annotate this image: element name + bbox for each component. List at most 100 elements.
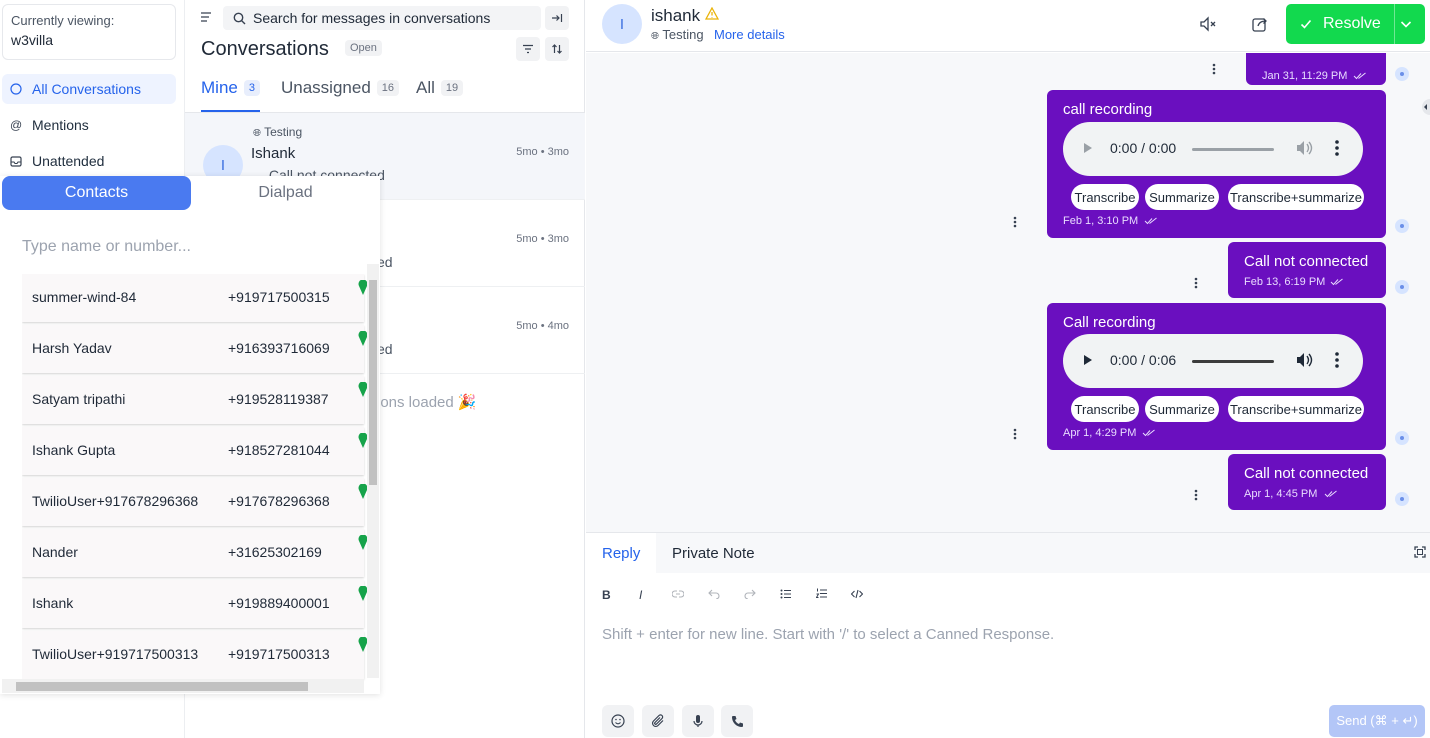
sort-button[interactable] [545, 37, 569, 61]
sidebar-item-unattended[interactable]: Unattended [2, 146, 176, 176]
dialer-popup: Contacts Dialpad Type name or number... … [0, 176, 380, 694]
filter-button[interactable] [516, 37, 540, 61]
scrollbar-thumb[interactable] [369, 280, 377, 485]
more-vertical-icon[interactable] [1335, 352, 1339, 368]
more-details-link[interactable]: More details [714, 27, 785, 42]
sidebar-item-all-conversations[interactable]: All Conversations [2, 74, 176, 104]
account-switcher[interactable]: Currently viewing: w3villa [2, 4, 176, 60]
resolve-button[interactable]: Resolve [1286, 4, 1425, 44]
at-icon: @ [10, 118, 23, 132]
tab-dialpad[interactable]: Dialpad [191, 176, 380, 210]
more-vertical-icon[interactable] [1335, 140, 1339, 156]
transcribe-button[interactable]: Transcribe [1071, 396, 1139, 422]
mute-icon[interactable] [1198, 14, 1218, 34]
play-icon[interactable] [1083, 142, 1093, 154]
reply-editor: Reply Private Note B I Shift + enter for… [586, 532, 1430, 738]
transcribe-summarize-button[interactable]: Transcribe+summarize [1228, 396, 1364, 422]
undo-icon[interactable] [708, 589, 720, 599]
message-list[interactable]: Jan 31, 11:29 PM call recording 0:00 / 0… [586, 53, 1430, 532]
status-badge[interactable]: Open [345, 40, 382, 56]
transcribe-button[interactable]: Transcribe [1071, 184, 1139, 210]
voice-button[interactable] [682, 705, 714, 737]
audio-progress[interactable] [1192, 360, 1274, 363]
inbox-icon [10, 155, 24, 167]
private-note-tab-area [656, 533, 1430, 573]
audio-player[interactable]: 0:00 / 0:00 [1063, 122, 1363, 176]
contact-name: summer-wind-84 [32, 289, 137, 305]
volume-icon[interactable] [1296, 140, 1314, 156]
message-time: Apr 1, 4:45 PM [1244, 488, 1318, 500]
emoji-icon [611, 714, 625, 728]
link-icon[interactable] [672, 590, 684, 598]
contact-name: Satyam tripathi [32, 391, 126, 407]
send-button[interactable]: Send (⌘ + ↵) [1329, 705, 1425, 737]
contact-row[interactable]: Satyam tripathi +919528119387 [22, 376, 367, 424]
vertical-scrollbar[interactable] [367, 264, 379, 678]
conversation-search-input[interactable]: Search for messages in conversations [223, 6, 541, 30]
tab-count: 19 [440, 80, 464, 96]
tab-unassigned[interactable]: Unassigned 16 [281, 78, 400, 112]
more-vertical-icon[interactable] [1194, 489, 1198, 501]
contact-row[interactable]: Ishank +919889400001 [22, 580, 367, 628]
message-input[interactable]: Shift + enter for new line. Start with '… [602, 626, 1054, 643]
more-vertical-icon[interactable] [1194, 277, 1198, 289]
contact-list[interactable]: summer-wind-84 +919717500315 Harsh Yadav… [22, 274, 367, 684]
more-vertical-icon[interactable] [1013, 428, 1017, 440]
contact-row[interactable]: Nander +31625302169 [22, 529, 367, 577]
panel-toggle-icon[interactable] [1422, 99, 1430, 115]
contact-row[interactable]: TwilioUser+919717500313 +919717500313 [22, 631, 367, 679]
double-check-icon [1330, 278, 1343, 286]
play-icon[interactable] [1083, 354, 1093, 366]
emoji-button[interactable] [602, 705, 634, 737]
tab-mine[interactable]: Mine 3 [201, 78, 260, 112]
numbered-list-icon[interactable] [816, 588, 828, 599]
conversation-time: 5mo • 3mo [516, 146, 569, 158]
message-time: Feb 1, 3:10 PM [1063, 215, 1139, 227]
bold-icon[interactable]: B [602, 588, 611, 602]
share-icon[interactable] [1250, 14, 1270, 34]
more-vertical-icon[interactable] [1013, 216, 1017, 228]
contact-row[interactable]: Harsh Yadav +916393716069 [22, 325, 367, 373]
message-text: Call not connected [1244, 253, 1369, 270]
audio-player[interactable]: 0:00 / 0:06 [1063, 334, 1363, 388]
tab-private-note[interactable]: Private Note [672, 545, 755, 562]
message-bubble: call recording 0:00 / 0:00 Transcribe Su… [1047, 90, 1386, 238]
volume-icon[interactable] [1296, 352, 1314, 368]
sender-avatar [1395, 219, 1409, 233]
tab-reply[interactable]: Reply [602, 545, 640, 562]
call-button[interactable] [721, 705, 753, 737]
contact-phone: +31625302169 [228, 544, 322, 560]
transcribe-summarize-button[interactable]: Transcribe+summarize [1228, 184, 1364, 210]
audio-progress[interactable] [1192, 148, 1274, 151]
contact-row[interactable]: Ishank Gupta +918527281044 [22, 427, 367, 475]
menu-icon[interactable] [199, 10, 215, 26]
phone-icon [731, 715, 743, 727]
expand-icon[interactable] [1414, 546, 1426, 558]
redo-icon[interactable] [744, 589, 756, 599]
tab-all[interactable]: All 19 [416, 78, 464, 112]
inbox-label: 🌐︎ Testing [253, 125, 303, 139]
contact-row[interactable]: TwilioUser+917678296368 +917678296368 [22, 478, 367, 526]
scrollbar-thumb[interactable] [16, 682, 308, 691]
attach-button[interactable] [642, 705, 674, 737]
contact-search-input[interactable]: Type name or number... [22, 238, 362, 264]
more-vertical-icon[interactable] [1212, 63, 1216, 75]
tab-contacts[interactable]: Contacts [2, 176, 191, 210]
italic-icon[interactable]: I [639, 588, 642, 602]
summarize-button[interactable]: Summarize [1145, 396, 1219, 422]
contact-row[interactable]: summer-wind-84 +919717500315 [22, 274, 367, 322]
horizontal-scrollbar[interactable] [2, 679, 364, 693]
contact-name: Ishank [32, 595, 74, 611]
bullet-list-icon[interactable] [780, 589, 792, 599]
sidebar-item-label: Unattended [32, 153, 105, 169]
collapse-panel-button[interactable] [545, 6, 569, 30]
sidebar-item-mentions[interactable]: @ Mentions [2, 110, 176, 140]
code-icon[interactable] [851, 589, 863, 599]
warning-icon [705, 7, 719, 20]
message-bubble: Call recording 0:00 / 0:06 Transcribe Su… [1047, 303, 1386, 450]
message-time: Feb 13, 6:19 PM [1244, 276, 1326, 288]
contact-phone: +918527281044 [228, 442, 330, 458]
summarize-button[interactable]: Summarize [1145, 184, 1219, 210]
paperclip-icon [651, 714, 664, 728]
chevron-down-icon[interactable] [1400, 19, 1412, 29]
